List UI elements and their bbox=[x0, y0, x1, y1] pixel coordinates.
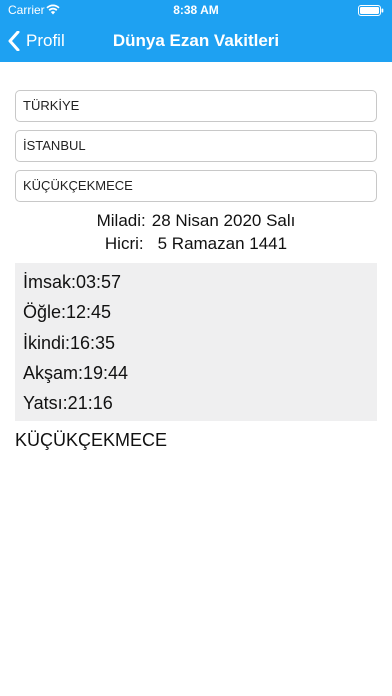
gregorian-label: Miladi: bbox=[96, 211, 146, 230]
page-title: Dünya Ezan Vakitleri bbox=[112, 31, 280, 50]
hijri-label: Hicri: bbox=[104, 234, 144, 253]
status-bar: Carrier 8:38 AM bbox=[0, 0, 392, 20]
prayer-time-yatsi: Yatsı:21:16 bbox=[23, 393, 113, 413]
district-field[interactable]: KÜÇÜKÇEKMECE bbox=[15, 170, 377, 202]
city-field[interactable]: İSTANBUL bbox=[15, 130, 377, 162]
gregorian-date: Miladi: 28 Nisan 2020 Salı bbox=[0, 211, 392, 231]
prayer-time-ogle: Öğle:12:45 bbox=[23, 302, 112, 322]
battery-icon bbox=[358, 5, 384, 16]
header: Carrier 8:38 AM Profil Dünya Ezan Vakitl… bbox=[0, 0, 392, 62]
clock: 8:38 AM bbox=[173, 3, 219, 17]
country-field[interactable]: TÜRKİYE bbox=[15, 90, 377, 122]
gregorian-value: 28 Nisan 2020 Salı bbox=[151, 211, 296, 230]
prayer-time-aksam: Akşam:19:44 bbox=[23, 363, 129, 383]
nav-bar: Profil Dünya Ezan Vakitleri bbox=[0, 20, 392, 62]
prayer-time-imsak: İmsak:03:57 bbox=[23, 272, 122, 292]
prayer-times-panel: İmsak:03:57 Öğle:12:45 İkindi:16:35 Akşa… bbox=[15, 263, 377, 421]
hijri-value: 5 Ramazan 1441 bbox=[157, 234, 288, 253]
hijri-date: Hicri: 5 Ramazan 1441 bbox=[0, 234, 392, 254]
prayer-time-ikindi: İkindi:16:35 bbox=[23, 333, 116, 353]
district-footer-label: KÜÇÜKÇEKMECE bbox=[15, 430, 168, 450]
